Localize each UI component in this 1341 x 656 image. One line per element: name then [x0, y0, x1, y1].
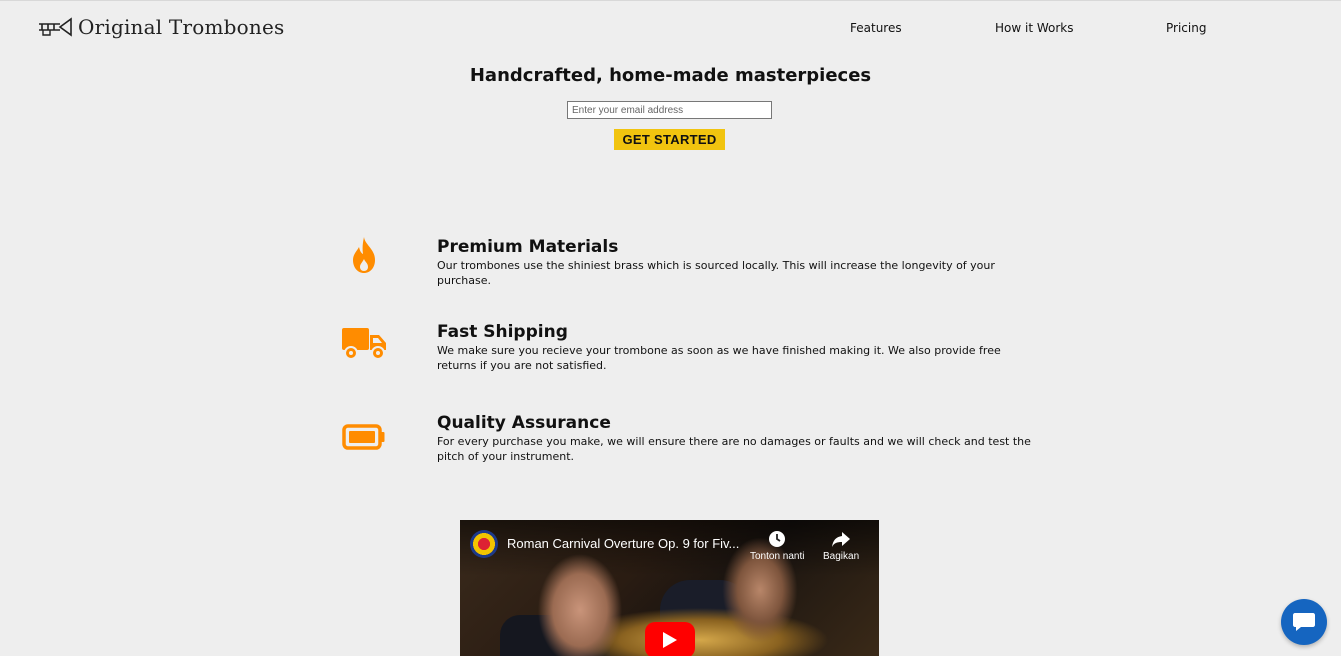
truck-icon	[340, 319, 388, 367]
feature-description: We make sure you recieve your trombone a…	[437, 344, 1001, 372]
feature-title: Quality Assurance	[437, 413, 611, 433]
share-label: Bagikan	[823, 551, 860, 562]
nav-link-features[interactable]: Features	[850, 21, 902, 35]
chat-icon	[1293, 613, 1315, 631]
fire-icon	[340, 231, 388, 279]
play-button[interactable]	[645, 622, 695, 656]
channel-avatar[interactable]	[470, 530, 498, 558]
video-top-bar: Roman Carnival Overture Op. 9 for Fiv...…	[460, 520, 879, 570]
feature-title: Fast Shipping	[437, 322, 568, 342]
main-nav: Features How it Works Pricing	[0, 21, 1341, 41]
feature-description: Our trombones use the shiniest brass whi…	[437, 259, 995, 287]
chat-button[interactable]	[1281, 599, 1327, 645]
watch-later-button[interactable]: Tonton nanti	[750, 530, 805, 562]
feature-description: For every purchase you make, we will ens…	[437, 435, 1031, 463]
watch-later-label: Tonton nanti	[750, 551, 805, 562]
clock-icon	[769, 531, 786, 547]
video-title[interactable]: Roman Carnival Overture Op. 9 for Fiv...	[507, 536, 739, 551]
email-input[interactable]	[567, 101, 772, 119]
site-header: Original Trombones Features How it Works…	[0, 1, 1341, 61]
share-arrow-icon	[832, 532, 851, 547]
feature-title: Premium Materials	[437, 237, 619, 257]
nav-link-how-it-works[interactable]: How it Works	[995, 21, 1074, 35]
play-icon	[663, 632, 677, 648]
video-embed[interactable]: Roman Carnival Overture Op. 9 for Fiv...…	[460, 520, 879, 656]
share-button[interactable]: Bagikan	[823, 530, 859, 562]
hero-title: Handcrafted, home-made masterpieces	[469, 65, 872, 86]
battery-icon	[340, 413, 388, 461]
nav-link-pricing[interactable]: Pricing	[1166, 21, 1206, 35]
get-started-button[interactable]: GET STARTED	[614, 129, 725, 150]
